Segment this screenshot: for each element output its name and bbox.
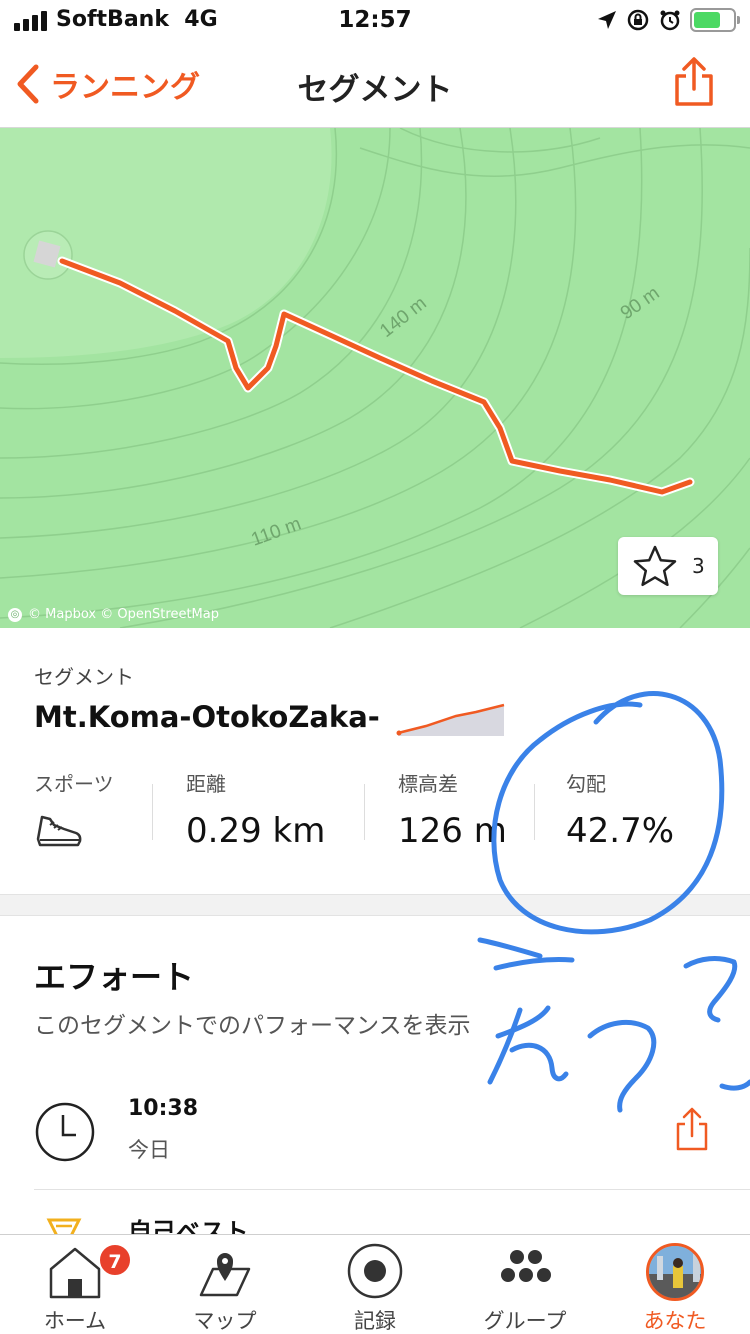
navigation-bar: ランニング セグメント xyxy=(0,42,750,128)
tab-record[interactable]: 記録 xyxy=(300,1235,450,1334)
stat-grade: 勾配 42.7% xyxy=(566,772,675,851)
segment-name: Mt.Koma-OtokoZaka- xyxy=(34,700,380,734)
segment-info: セグメント Mt.Koma-OtokoZaka- スポーツ 距離 0.29 km… xyxy=(0,628,750,894)
star-count: 3 xyxy=(692,554,705,578)
page-title: セグメント xyxy=(297,72,453,108)
personal-best-label: 自己ベスト xyxy=(128,1218,249,1234)
stat-sport: スポーツ xyxy=(34,768,114,858)
contour-label: 140 m xyxy=(376,293,431,342)
map-icon xyxy=(199,1253,251,1297)
notification-badge: 7 xyxy=(98,1243,132,1277)
effort-subtitle: このセグメントでのパフォーマンスを表示 xyxy=(34,1013,471,1039)
segment-label: セグメント xyxy=(34,665,134,689)
mapbox-logo-icon: ◎ xyxy=(8,607,22,622)
stat-distance: 距離 0.29 km xyxy=(186,772,326,851)
share-icon xyxy=(675,57,713,106)
section-divider xyxy=(0,894,750,916)
stat-elevation-gain: 標高差 126 m xyxy=(398,772,507,851)
home-icon xyxy=(49,1247,101,1299)
group-icon xyxy=(501,1250,551,1282)
contour-label: 110 m xyxy=(249,513,304,550)
tab-group[interactable]: グループ xyxy=(450,1235,600,1334)
avatar xyxy=(646,1243,704,1301)
location-icon xyxy=(598,11,616,29)
tab-map[interactable]: マップ xyxy=(150,1235,300,1334)
clock-icon xyxy=(35,1102,95,1162)
status-bar: SoftBank 4G 12:57 xyxy=(0,0,750,42)
segment-map[interactable]: 140 m 90 m 110 m 3 ◎ © Mapbox © OpenStre… xyxy=(0,128,750,628)
effort-section: エフォート このセグメントでのパフォーマンスを表示 10:38 今日 自己ベスト xyxy=(0,916,750,1234)
running-shoe-icon xyxy=(36,815,82,847)
elevation-profile xyxy=(396,703,505,736)
star-segment-button[interactable]: 3 xyxy=(618,537,718,595)
share-button[interactable] xyxy=(672,56,716,112)
map-attribution[interactable]: ◎ © Mapbox © OpenStreetMap xyxy=(8,607,219,622)
segment-stats: スポーツ 距離 0.29 km 標高差 126 m 勾配 42.7% xyxy=(0,768,750,858)
alarm-icon xyxy=(660,10,680,31)
effort-day: 今日 xyxy=(128,1138,170,1162)
tab-you[interactable]: あなた xyxy=(600,1235,750,1334)
record-icon xyxy=(347,1243,403,1299)
trophy-icon xyxy=(46,1218,82,1234)
battery-icon xyxy=(690,8,740,32)
effort-row[interactable]: 10:38 今日 xyxy=(34,1092,750,1188)
rotation-lock-icon xyxy=(627,9,649,31)
effort-title: エフォート xyxy=(34,958,195,996)
tab-home[interactable]: 7 ホーム xyxy=(0,1235,150,1334)
contour-label: 90 m xyxy=(617,283,664,324)
tab-bar: 7 ホーム マップ 記録 グループ あなた xyxy=(0,1234,750,1334)
effort-time: 10:38 xyxy=(128,1096,199,1121)
share-icon[interactable] xyxy=(674,1106,710,1152)
star-icon xyxy=(633,545,677,587)
personal-best-row[interactable]: 自己ベスト xyxy=(34,1210,750,1234)
